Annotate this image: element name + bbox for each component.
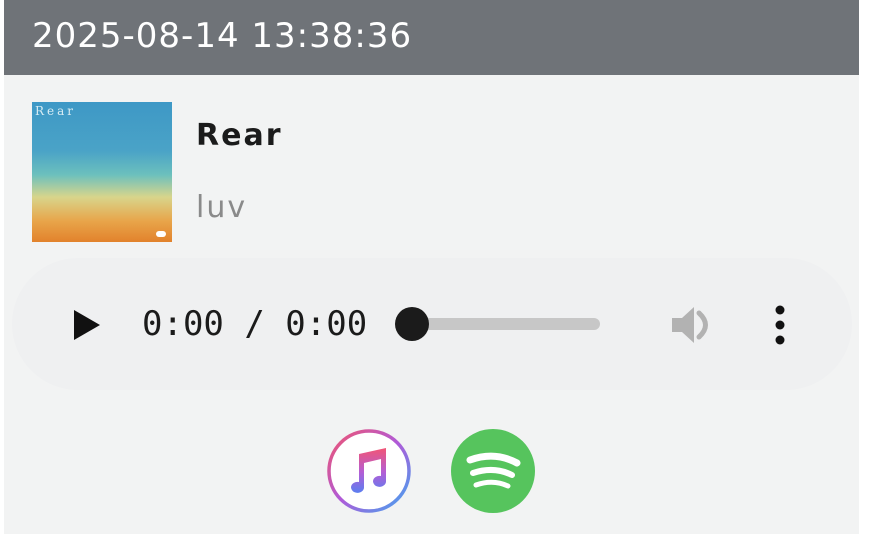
timestamp: 2025-08-14 13:38:36 [32,16,413,56]
apple-music-icon [327,429,411,513]
music-card: 2025-08-14 13:38:36 Rear Rear luv 0:00 /… [4,0,859,534]
apple-music-button[interactable] [326,428,412,514]
cover-logo-mark [156,231,166,237]
album-cover: Rear [32,102,172,242]
volume-icon [672,307,708,343]
artist-name: luv [196,190,248,225]
header-bar: 2025-08-14 13:38:36 [4,0,859,75]
play-icon [74,310,100,340]
spotify-icon [451,429,535,513]
audio-player: 0:00 / 0:00 [12,258,852,390]
song-title: Rear [196,118,283,153]
play-button[interactable] [72,308,102,342]
cover-title-text: Rear [35,104,77,118]
seek-thumb[interactable] [395,307,429,341]
more-options-button[interactable] [772,304,788,346]
more-vertical-icon [775,305,785,345]
seek-bar[interactable] [395,307,600,341]
volume-button[interactable] [668,304,716,346]
time-display: 0:00 / 0:00 [142,304,368,344]
spotify-button[interactable] [450,428,536,514]
